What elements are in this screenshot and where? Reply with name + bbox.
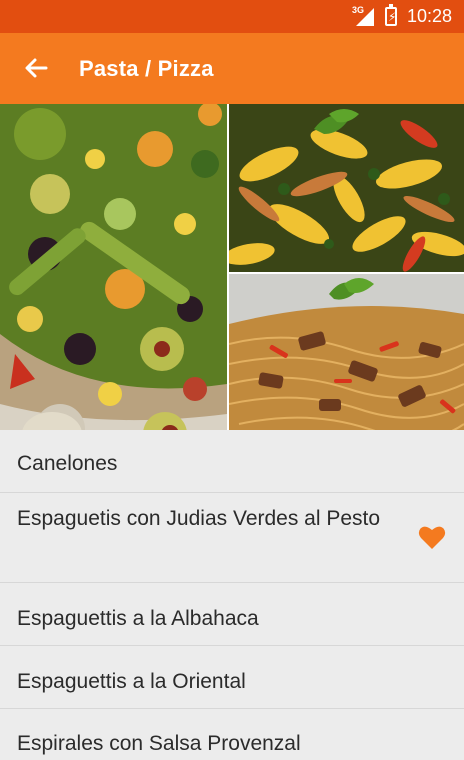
battery-charging-icon: ⚡	[385, 4, 397, 26]
list-item[interactable]: Espaguetis con Judias Verdes al Pesto	[0, 493, 464, 583]
status-bar: 3G ⚡ 10:28	[0, 0, 464, 33]
vegetable-pizza-photo	[0, 104, 227, 430]
recipe-title: Canelones	[17, 452, 118, 475]
list-item[interactable]: Espirales con Salsa Provenzal	[0, 709, 464, 760]
recipe-title: Espirales con Salsa Provenzal	[17, 732, 301, 755]
status-time: 10:28	[407, 6, 453, 26]
recipe-title: Espaguettis a la Albahaca	[17, 607, 259, 630]
arrow-back-icon[interactable]	[20, 54, 52, 82]
recipe-title: Espaguettis a la Oriental	[17, 670, 246, 693]
category-header-images	[0, 104, 464, 430]
app-bar: Pasta / Pizza	[0, 33, 464, 104]
list-item[interactable]: Espaguettis a la Albahaca	[0, 583, 464, 646]
page-title: Pasta / Pizza	[79, 56, 214, 81]
fusilli-pasta-photo	[229, 104, 464, 272]
stir-fried-noodles-photo	[229, 274, 464, 430]
list-item[interactable]: Espaguettis a la Oriental	[0, 646, 464, 709]
heart-icon[interactable]	[418, 524, 446, 550]
list-item[interactable]: Canelones	[0, 430, 464, 493]
recipe-list: Canelones Espaguetis con Judias Verdes a…	[0, 430, 464, 760]
recipe-title: Espaguetis con Judias Verdes al Pesto	[17, 507, 381, 530]
signal-icon	[356, 8, 374, 26]
